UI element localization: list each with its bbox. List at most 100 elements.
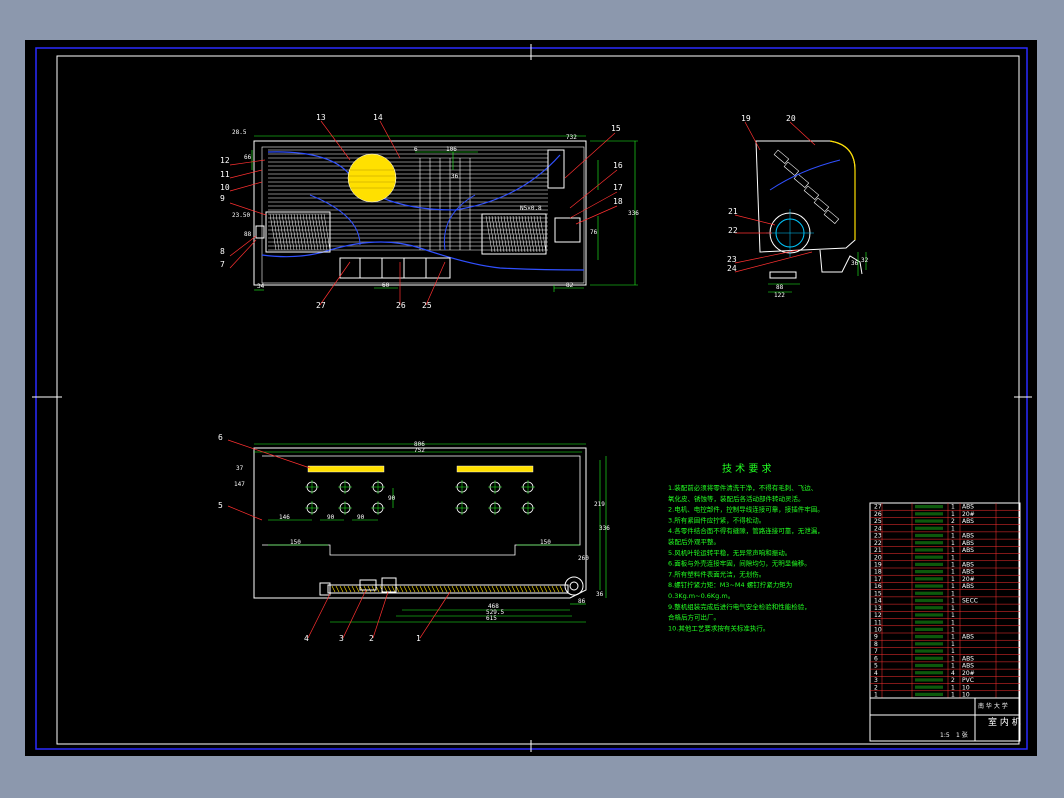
balloon-label: 1: [416, 634, 421, 643]
bom-row-name-mark: [915, 584, 943, 588]
bom-row-material: ABS: [962, 655, 974, 662]
bom-row-material: ABS: [962, 634, 974, 641]
balloon-label: 20: [786, 114, 796, 123]
bom-row-name-mark: [915, 512, 943, 516]
requirement-line: 9.整机组装完成后进行电气安全检验和性能检验，: [668, 602, 811, 611]
bom-row-material: ABS: [962, 562, 974, 569]
bom-row-name-mark: [915, 649, 943, 653]
bom-row-qty: 1: [951, 605, 955, 612]
balloon-label: 16: [613, 161, 623, 170]
bom-row-qty: 1: [951, 525, 955, 532]
bom-row-no: 8: [874, 641, 878, 648]
bom-row-no: 23: [874, 533, 882, 540]
dimension-label: 60: [382, 282, 390, 289]
requirement-line: 6.面板与外壳连接牢固，间隙均匀，无明显偏移。: [668, 559, 811, 568]
bom-row-qty: 2: [951, 518, 955, 525]
dimension-label: 122: [774, 292, 785, 299]
bom-row-no: 24: [874, 525, 882, 532]
bom-row-no: 14: [874, 598, 882, 605]
bom-row-no: 16: [874, 583, 882, 590]
dimension-label: 219: [594, 501, 605, 508]
balloon-label: 6: [218, 433, 223, 442]
bom-row-material: ABS: [962, 533, 974, 540]
bom-row-no: 12: [874, 612, 882, 619]
dimension-label: 28.5: [232, 129, 247, 136]
dimension-label: 147: [234, 481, 245, 488]
bom-row-name-mark: [915, 548, 943, 552]
balloon-label: 9: [220, 194, 225, 203]
balloon-label: 14: [373, 113, 383, 122]
bom-row-name-mark: [915, 613, 943, 617]
bom-row-material: 10: [962, 684, 970, 691]
requirements-title: 技 术 要 求: [722, 462, 772, 475]
bom-row-material: ABS: [962, 504, 974, 511]
balloon-label: 5: [218, 501, 223, 510]
dimension-label: 146: [279, 514, 290, 521]
bom-row-no: 10: [874, 627, 882, 634]
bom-row-qty: 1: [951, 562, 955, 569]
dimension-label: 615: [486, 615, 497, 622]
bom-row-qty: 1: [951, 598, 955, 605]
dimension-label: 90: [357, 514, 365, 521]
bom-row-no: 25: [874, 518, 882, 525]
bom-row-qty: 1: [951, 655, 955, 662]
balloon-label: 17: [613, 183, 623, 192]
bom-row-name-mark: [915, 562, 943, 566]
title-block-name: 室 内 机: [988, 716, 1021, 728]
bom-row-name-mark: [915, 577, 943, 581]
dimension-label: N5×0.8: [520, 205, 542, 212]
title-block-text: 南 华 大 学 室 内 机 1:5 1 张: [940, 702, 1021, 739]
bom-row-name-mark: [915, 519, 943, 523]
bom-row-no: 21: [874, 547, 882, 554]
bom-row-name-mark: [915, 671, 943, 675]
dimension-label: 82: [566, 282, 574, 289]
bom-row-name-mark: [915, 692, 943, 696]
bom-row-qty: 1: [951, 641, 955, 648]
bom-row-no: 6: [874, 655, 878, 662]
dimension-label: 90: [327, 514, 335, 521]
cad-drawing: 13 141516171812111098727 26 2528.5667326 106…: [32, 44, 1032, 752]
requirement-line: 3.所有紧固件应拧紧，不得松动。: [668, 515, 765, 524]
bom-row-no: 15: [874, 590, 882, 597]
bom-row-material: ABS: [962, 518, 974, 525]
bolt-holes: [305, 480, 535, 515]
bom-row-name-mark: [915, 678, 943, 682]
bom-row-name-mark: [915, 541, 943, 545]
balloon-label: 22: [728, 226, 738, 235]
bom-row-name-mark: [915, 606, 943, 610]
bom-row-qty: 1: [951, 590, 955, 597]
bom-row-material: ABS: [962, 569, 974, 576]
dimension-label: 32: [861, 257, 869, 264]
bom-row-no: 27: [874, 504, 882, 511]
requirement-line: 装配后外观平整。: [668, 537, 720, 546]
technical-requirements: 技 术 要 求 1.装配前必须将零件清洗干净，不得有毛刺、飞边、 氧化皮、锈蚀等，…: [668, 462, 824, 632]
bom-row-material: 20#: [962, 670, 975, 677]
balloon-label: 12: [220, 156, 230, 165]
requirement-line: 5.风机叶轮运转平稳，无异常声响和振动。: [668, 548, 791, 557]
bom-row-no: 17: [874, 576, 882, 583]
bom-row-material: ABS: [962, 540, 974, 547]
requirement-line: 2.电机、电控部件，控制导线连接可靠，接插件牢固。: [668, 505, 824, 514]
bom-row-material: ABS: [962, 547, 974, 554]
bom-row-qty: 1: [951, 583, 955, 590]
bom-row-name-mark: [915, 505, 943, 509]
bom-row-qty: 1: [951, 540, 955, 547]
bom-row-name-mark: [915, 570, 943, 574]
requirement-line: 4.各零件结合面不得有缝隙，管路连接可靠，无泄漏，: [668, 526, 824, 535]
bom-row-no: 13: [874, 605, 882, 612]
bom-row-name-mark: [915, 656, 943, 660]
dimension-label: 90: [388, 495, 396, 502]
balloon-label: 7: [220, 260, 225, 269]
bom-row-no: 26: [874, 511, 882, 518]
bom-row-name-mark: [915, 627, 943, 631]
bom-row-no: 22: [874, 540, 882, 547]
balloon-label: 8: [220, 247, 225, 256]
dimension-label: 36: [596, 591, 604, 598]
bom-row-qty: 1: [951, 627, 955, 634]
bom-row-name-mark: [915, 598, 943, 603]
bom-row-name-mark: [915, 591, 943, 595]
balloon-label: 2: [369, 634, 374, 643]
balloon-label: 4: [304, 634, 309, 643]
requirement-line: 合格后方可出厂。: [668, 613, 720, 622]
bom-row-qty: 1: [951, 554, 955, 561]
